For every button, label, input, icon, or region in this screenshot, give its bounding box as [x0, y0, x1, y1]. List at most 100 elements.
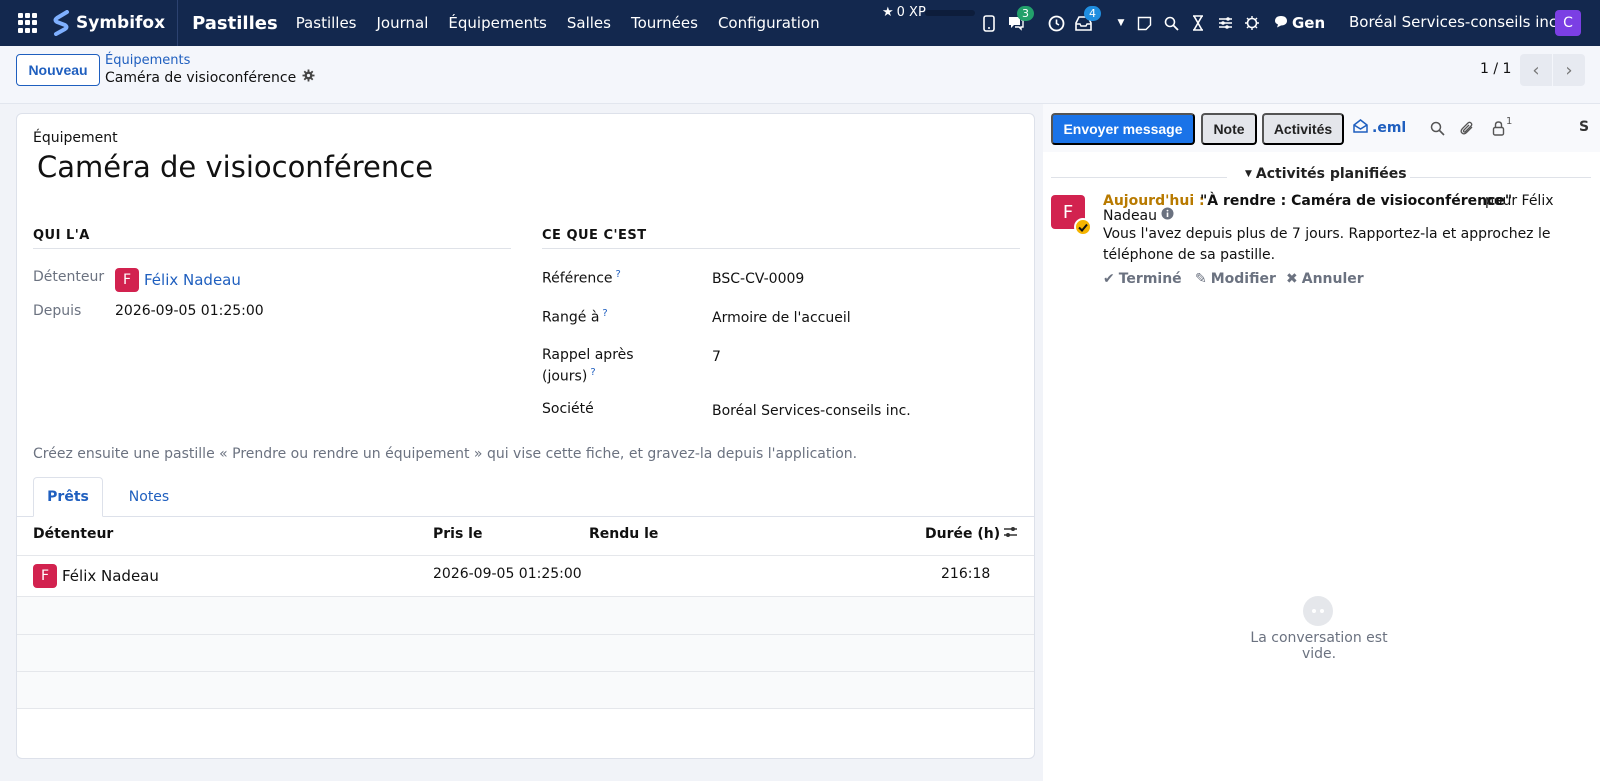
record-title[interactable]: Caméra de visioconférence	[37, 150, 433, 184]
empty-row	[17, 635, 1034, 671]
reference-value[interactable]: BSC-CV-0009	[712, 271, 804, 287]
messages-icon[interactable]: 3	[1007, 6, 1034, 32]
row-taken[interactable]: 2026-09-05 01:25:00	[433, 566, 582, 582]
sliders-icon[interactable]	[1216, 14, 1234, 32]
bug-icon[interactable]	[1243, 14, 1261, 32]
company-switcher[interactable]: Boréal Services-conseils inc.	[1349, 13, 1562, 31]
row-holder-name: Félix Nadeau	[62, 567, 159, 585]
followers-count: 1	[1506, 116, 1513, 127]
gen-button[interactable]: Gen	[1274, 14, 1325, 32]
pencil-icon: ✎	[1195, 271, 1207, 287]
since-value[interactable]: 2026-09-05 01:25:00	[115, 303, 264, 319]
clock-icon[interactable]	[1047, 14, 1065, 32]
activity-note: Vous l'avez depuis plus de 7 jours. Rapp…	[1103, 226, 1551, 263]
row-divider	[17, 708, 1034, 709]
column-header-duration[interactable]: Durée (h)	[925, 526, 1000, 542]
activities-button[interactable]: Activités	[1262, 113, 1344, 145]
cancel-activity-button[interactable]: ✖ Annuler	[1286, 271, 1364, 287]
help-icon[interactable]: ?	[602, 308, 607, 319]
pager-next-icon[interactable]: ›	[1553, 54, 1585, 86]
hourglass-icon[interactable]	[1189, 14, 1207, 32]
breadcrumb: Caméra de visioconférence	[105, 69, 315, 86]
checkmark-icon: ✔	[1103, 271, 1115, 287]
since-label: Depuis	[33, 303, 82, 319]
apps-grid-icon[interactable]	[18, 13, 38, 33]
brand-name: Symbifox	[76, 13, 166, 33]
holder-avatar: F	[115, 268, 139, 292]
empty-row	[17, 672, 1034, 708]
search-icon[interactable]	[1162, 14, 1180, 32]
reference-label-text: Référence	[542, 270, 613, 287]
group-title-what: CE QUE C'EST	[542, 228, 647, 243]
column-header-holder[interactable]: Détenteur	[33, 526, 113, 542]
menu-pastilles[interactable]: Pastilles	[296, 14, 357, 32]
activity-assignee: pour Félix	[1485, 193, 1554, 209]
activity-summary: "À rendre : Caméra de visioconférence"	[1200, 193, 1513, 209]
column-header-taken[interactable]: Pris le	[433, 526, 482, 542]
edit-activity-button[interactable]: ✎ Modifier	[1195, 271, 1276, 287]
stored-label: Rangé à?	[542, 308, 608, 326]
tabs-divider	[17, 516, 1034, 517]
company-value[interactable]: Boréal Services-conseils inc.	[712, 403, 911, 419]
help-icon[interactable]: ?	[590, 367, 595, 378]
caret-down-icon: ▼	[1245, 169, 1252, 179]
tab-notes[interactable]: Notes	[113, 477, 185, 517]
gear-icon[interactable]	[302, 69, 315, 86]
reminder-label-line1: Rappel après	[542, 347, 634, 363]
row-duration[interactable]: 216:18	[941, 566, 990, 582]
reminder-value[interactable]: 7	[712, 349, 721, 365]
planned-divider-left	[1051, 177, 1227, 178]
holder-name[interactable]: Félix Nadeau	[144, 271, 241, 289]
column-header-returned[interactable]: Rendu le	[589, 526, 658, 542]
eml-button[interactable]: .eml	[1353, 119, 1406, 137]
edit-activity-label: Modifier	[1210, 271, 1276, 287]
planned-activities-toggle[interactable]: ▼ Activités planifiées	[1245, 166, 1407, 182]
mark-done-button[interactable]: ✔ Terminé	[1103, 271, 1182, 287]
send-message-button[interactable]: Envoyer message	[1051, 113, 1195, 145]
gen-label: Gen	[1292, 14, 1326, 32]
group-divider-what	[542, 248, 1020, 249]
info-icon[interactable]	[1161, 207, 1174, 224]
eml-label: .eml	[1372, 120, 1407, 136]
paperclip-icon[interactable]	[1457, 118, 1477, 138]
cancel-activity-label: Annuler	[1301, 271, 1364, 287]
chatter-s-label[interactable]: S	[1579, 119, 1589, 135]
pager-previous-icon[interactable]: ‹	[1520, 54, 1552, 86]
caret-down-icon[interactable]: ▼	[1116, 14, 1126, 32]
column-settings-icon[interactable]	[1003, 525, 1018, 543]
tab-prets[interactable]: Prêts	[33, 477, 103, 517]
menu-tournees[interactable]: Tournées	[631, 14, 698, 32]
activities-icon[interactable]: 4	[1074, 6, 1101, 32]
menu-configuration[interactable]: Configuration	[718, 14, 820, 32]
note-icon[interactable]	[1135, 14, 1153, 32]
app-name[interactable]: Pastilles	[192, 13, 278, 34]
breadcrumb-current: Caméra de visioconférence	[105, 69, 297, 86]
note-button[interactable]: Note	[1201, 113, 1257, 145]
reminder-label-line2: (jours)	[542, 368, 588, 385]
chat-bubble-icon	[1274, 14, 1288, 32]
search-icon[interactable]	[1427, 118, 1447, 138]
xp-label: 0 XP	[896, 5, 926, 20]
new-button[interactable]: Nouveau	[16, 54, 100, 86]
symbifox-logo-icon	[53, 10, 69, 36]
user-avatar[interactable]: C	[1555, 10, 1581, 36]
help-icon[interactable]: ?	[616, 269, 621, 280]
check-icon	[1074, 218, 1092, 236]
pager-value[interactable]: 1 / 1	[1480, 61, 1511, 77]
lock-icon[interactable]	[1488, 118, 1508, 138]
menu-salles[interactable]: Salles	[567, 14, 611, 32]
planned-activities-title: Activités planifiées	[1255, 166, 1407, 182]
xp-indicator[interactable]: ★ 0 XP	[882, 5, 926, 20]
menu-equipements[interactable]: Équipements	[448, 14, 546, 32]
menu-journal[interactable]: Journal	[377, 14, 429, 32]
stored-value[interactable]: Armoire de l'accueil	[712, 310, 851, 326]
holder-field[interactable]: F Félix Nadeau	[115, 268, 241, 292]
reminder-label: (jours)?	[542, 367, 596, 385]
brand-logo[interactable]: Symbifox	[52, 0, 179, 46]
row-holder[interactable]: F Félix Nadeau	[33, 564, 159, 588]
breadcrumb-parent[interactable]: Équipements	[105, 53, 190, 68]
mobile-icon[interactable]	[980, 14, 998, 32]
chatter-panel: Envoyer message Note Activités .eml 1 S …	[1043, 104, 1600, 781]
control-panel: Nouveau Équipements Caméra de visioconfé…	[0, 46, 1600, 104]
systray: 3 4 ▼ Gen	[980, 0, 1325, 46]
